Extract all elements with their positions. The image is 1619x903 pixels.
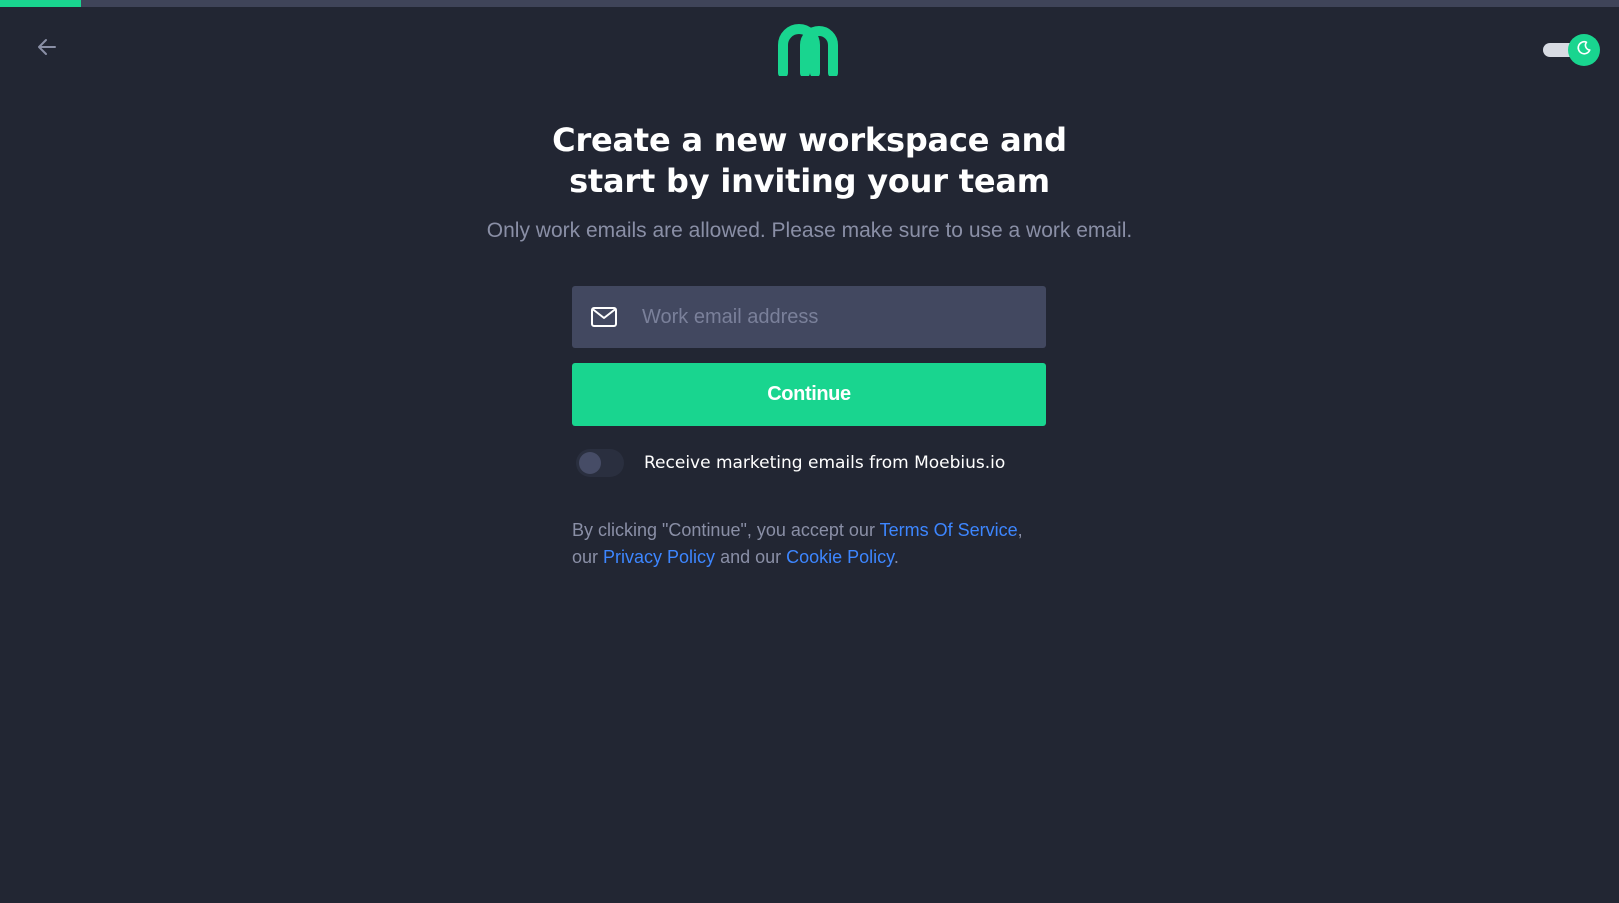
theme-toggle-knob <box>1568 34 1600 66</box>
arrow-left-icon <box>35 35 59 64</box>
page-subtitle: Only work emails are allowed. Please mak… <box>486 219 1133 242</box>
legal-suffix: . <box>893 547 899 567</box>
page-title-line1: Create a new workspace and <box>552 121 1067 159</box>
marketing-toggle-knob <box>579 452 601 474</box>
legal-separator-2: and our <box>715 547 787 567</box>
email-input[interactable] <box>642 286 1046 348</box>
cookie-policy-link[interactable]: Cookie Policy <box>786 547 894 567</box>
progress-bar-fill <box>0 0 81 7</box>
marketing-emails-label: Receive marketing emails from Moebius.io <box>644 453 1006 473</box>
email-field[interactable] <box>572 286 1046 348</box>
theme-toggle[interactable] <box>1540 33 1602 67</box>
marketing-consent-row: Receive marketing emails from Moebius.io <box>576 448 1046 478</box>
moon-icon <box>1576 40 1592 61</box>
back-button[interactable] <box>32 34 62 64</box>
terms-of-service-link[interactable]: Terms Of Service <box>880 520 1018 540</box>
privacy-policy-link[interactable]: Privacy Policy <box>603 547 715 567</box>
progress-bar <box>0 0 1619 7</box>
signup-page: Create a new workspace and start by invi… <box>0 0 1619 903</box>
mail-icon <box>590 306 618 328</box>
page-title-line2: start by inviting your team <box>569 162 1050 200</box>
continue-button[interactable]: Continue <box>572 363 1046 426</box>
moebius-logo-icon <box>778 24 842 78</box>
page-title: Create a new workspace and start by invi… <box>0 120 1619 202</box>
legal-notice: By clicking "Continue", you accept our T… <box>572 517 1052 571</box>
marketing-emails-toggle[interactable] <box>576 449 624 477</box>
legal-prefix: By clicking "Continue", you accept our <box>572 520 880 540</box>
